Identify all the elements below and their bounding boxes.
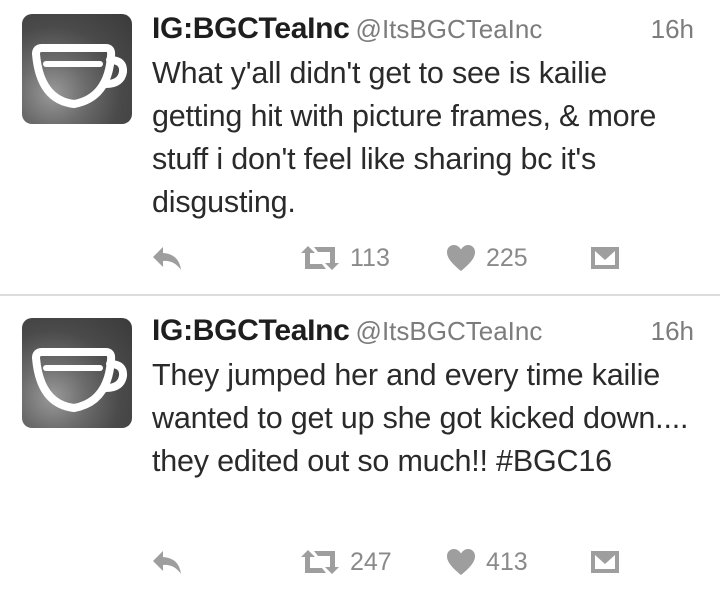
author-handle[interactable]: @ItsBGCTeaInc (356, 316, 543, 346)
timeline: IG:BGCTeaInc @ItsBGCTeaInc 16h What y'all… (0, 0, 720, 594)
tweet-card[interactable]: IG:BGCTeaInc @ItsBGCTeaInc 16h What y'all… (0, 0, 720, 294)
like-count: 413 (486, 547, 528, 576)
like-button[interactable]: 225 (446, 238, 528, 278)
direct-message-icon (591, 247, 619, 269)
tweet-text: What y'all didn't get to see is kailie g… (152, 56, 657, 219)
teacup-icon (32, 348, 128, 412)
heart-icon (447, 245, 475, 271)
retweet-icon (301, 550, 339, 574)
retweet-button[interactable]: 113 (300, 238, 390, 278)
reply-button[interactable] (150, 542, 184, 582)
reply-icon (153, 247, 181, 270)
tweet-text: They jumped her and every time kailie wa… (152, 358, 689, 478)
direct-message-icon (591, 551, 619, 573)
direct-message-button[interactable] (590, 542, 620, 582)
teacup-icon (32, 44, 128, 108)
retweet-button[interactable]: 247 (300, 542, 392, 582)
tweet-header: IG:BGCTeaInc @ItsBGCTeaInc 16h (152, 12, 694, 48)
tweet-header: IG:BGCTeaInc @ItsBGCTeaInc 16h (152, 314, 694, 350)
like-count: 225 (486, 243, 528, 272)
retweet-icon (301, 246, 339, 270)
tweet-actions: 247 413 (150, 542, 630, 582)
timestamp: 16h (650, 316, 694, 346)
heart-icon (447, 549, 475, 575)
reply-button[interactable] (150, 238, 184, 278)
retweet-count: 247 (350, 547, 392, 576)
like-button[interactable]: 413 (446, 542, 528, 582)
tweet-card[interactable]: IG:BGCTeaInc @ItsBGCTeaInc 16h They jumpe… (0, 294, 720, 594)
reply-icon (153, 551, 181, 574)
author-name[interactable]: IG:BGCTeaInc (152, 314, 350, 347)
direct-message-button[interactable] (590, 238, 620, 278)
timestamp: 16h (650, 14, 694, 44)
avatar[interactable] (22, 14, 132, 124)
author-name[interactable]: IG:BGCTeaInc (152, 12, 350, 45)
author-handle[interactable]: @ItsBGCTeaInc (356, 14, 543, 44)
tweet-actions: 113 225 (150, 238, 630, 278)
retweet-count: 113 (350, 243, 390, 272)
avatar[interactable] (22, 318, 132, 428)
